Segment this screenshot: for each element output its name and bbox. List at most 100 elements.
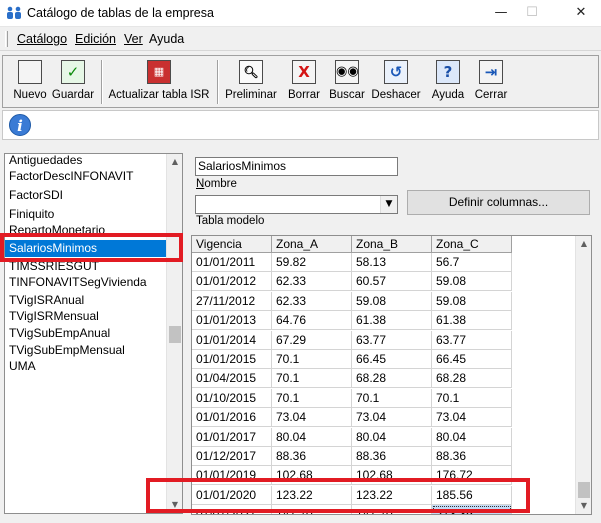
menu-ver[interactable]: Ver [124,32,143,46]
menu-catalogo[interactable]: Catálogo [17,32,67,46]
grid-cell[interactable]: 59.08 [432,291,512,311]
grid-cell[interactable]: 68.28 [352,369,432,389]
list-scroll-thumb[interactable] [169,326,181,343]
grid-cell[interactable]: 59.08 [352,291,432,311]
table-row[interactable]: 01/01/2011 59.82 58.13 56.7 [192,253,512,272]
grid-cell[interactable]: 27/11/2012 [192,291,272,311]
define-columns-button[interactable]: Definir columnas... [407,190,590,215]
list-item[interactable]: TINFONAVITSegVivienda [5,274,167,291]
search-button[interactable]: ◉◉ Buscar [327,60,367,101]
list-item[interactable]: SalariosMinimos [5,240,167,257]
preview-button[interactable]: 🔍︎ Preliminar [225,60,277,101]
list-item[interactable]: TVigISRMensual [5,308,167,325]
grid-cell[interactable]: 88.36 [352,447,432,466]
grid-cell[interactable]: 64.76 [272,311,352,331]
grid-header-cell[interactable]: Zona_A [272,236,352,253]
update-isr-button[interactable]: ▦ Actualizar tabla ISR [107,60,211,101]
grid-cell[interactable]: 01/01/2012 [192,272,272,292]
help-button[interactable]: ? Ayuda [430,60,466,101]
table-row[interactable]: 01/01/2015 70.1 66.45 66.45 [192,350,512,369]
grid-cell[interactable]: 88.36 [432,447,512,466]
grid-cell[interactable]: 61.38 [352,311,432,331]
grid-cell[interactable]: 01/01/2014 [192,330,272,350]
grid-cell[interactable]: 01/01/2017 [192,427,272,447]
list-item[interactable]: UMA [5,358,167,375]
table-row[interactable]: 01/12/2017 88.36 88.36 88.36 [192,447,512,466]
grid-cell[interactable]: 01/01/2019 [192,466,272,486]
list-item[interactable]: TVigISRAnual [5,292,167,309]
grid-cell[interactable]: 63.77 [352,330,432,350]
grid-cell[interactable]: 59.82 [272,253,352,272]
table-row[interactable]: 01/01/2017 80.04 80.04 80.04 [192,427,512,447]
table-row[interactable]: 27/11/2012 62.33 59.08 59.08 [192,291,512,311]
grid-scrollbar[interactable]: ▲ ▼ [575,236,591,514]
grid-cell[interactable]: 66.45 [432,350,512,369]
grid-cell[interactable]: 141.70 [352,505,432,514]
grid-cell[interactable]: 01/01/2013 [192,311,272,331]
grid-cell[interactable]: 56.7 [432,253,512,272]
grid-cell[interactable]: 80.04 [432,427,512,447]
list-item[interactable]: TVigSubEmpMensual [5,342,167,359]
grid-cell[interactable]: 61.38 [432,311,512,331]
table-row[interactable]: 01/01/2014 67.29 63.77 63.77 [192,330,512,350]
menu-ayuda[interactable]: Ayuda [149,32,184,46]
grid-cell[interactable]: 59.08 [432,272,512,292]
grid-cell[interactable]: 60.57 [352,272,432,292]
delete-button[interactable]: X Borrar [286,60,322,101]
grid-cell[interactable]: 01/01/2020 [192,485,272,505]
grid-header-cell[interactable]: Vigencia [192,236,272,253]
values-grid[interactable]: Vigencia Zona_A Zona_B Zona_C 01/01/2011… [191,235,592,515]
grid-cell[interactable]: 73.04 [272,408,352,428]
list-scrollbar[interactable]: ▲ ▼ [166,154,182,513]
grid-cell[interactable]: 01/10/2015 [192,388,272,408]
grid-cell[interactable]: 102.68 [352,466,432,486]
grid-cell[interactable]: 73.04 [352,408,432,428]
grid-cell[interactable]: 88.36 [272,447,352,466]
grid-cell[interactable]: 62.33 [272,272,352,292]
grid-cell[interactable]: 01/01/2016 [192,408,272,428]
table-row[interactable]: 01/01/2016 73.04 73.04 73.04 [192,408,512,428]
chevron-down-icon[interactable]: ▼ [380,196,397,213]
list-item[interactable]: FactorDescINFONAVIT [5,168,167,185]
scroll-down-arrow-icon[interactable]: ▼ [167,497,182,513]
scroll-up-arrow-icon[interactable]: ▲ [167,154,182,170]
list-item[interactable]: TVigSubEmpAnual [5,325,167,342]
grid-cell[interactable]: 80.04 [272,427,352,447]
grid-cell[interactable]: 176.72 [432,466,512,486]
grid-header-cell[interactable]: Zona_C [432,236,512,253]
grid-cell[interactable]: 68.28 [432,369,512,389]
grid-cell[interactable]: 01/01/2015 [192,350,272,369]
grid-cell[interactable]: 66.45 [352,350,432,369]
undo-button[interactable]: ↺ Deshacer [369,60,423,101]
grid-cell[interactable]: 213.39 [432,505,512,514]
grid-cell[interactable]: 62.33 [272,291,352,311]
grid-cell[interactable]: 01/01/2021 [192,505,272,514]
table-list[interactable]: Antiguedades FactorDescINFONAVIT FactorSDI… [4,153,183,514]
grid-cell[interactable]: 70.1 [272,350,352,369]
grid-cell[interactable]: 67.29 [272,330,352,350]
grid-cell[interactable]: 123.22 [352,485,432,505]
list-item[interactable]: FactorSDI [5,187,167,204]
save-button[interactable]: ✓ Guardar [50,60,96,101]
table-row[interactable]: 01/10/2015 70.1 70.1 70.1 [192,388,512,408]
grid-cell[interactable]: 141.70 [272,505,352,514]
table-model-combo[interactable]: ▼ [195,195,398,214]
grid-cell[interactable]: 73.04 [432,408,512,428]
new-button[interactable]: Nuevo [13,60,47,101]
grid-cell[interactable]: 01/04/2015 [192,369,272,389]
table-row[interactable]: 01/04/2015 70.1 68.28 68.28 [192,369,512,389]
close-window-button[interactable]: ⇥ Cerrar [472,60,510,101]
scroll-up-arrow-icon[interactable]: ▲ [576,236,591,252]
grid-cell[interactable]: 185.56 [432,485,512,505]
table-row[interactable]: 01/01/2013 64.76 61.38 61.38 [192,311,512,331]
table-row[interactable]: 01/01/2012 62.33 60.57 59.08 [192,272,512,292]
grid-cell[interactable]: 70.1 [432,388,512,408]
grid-cell[interactable]: 58.13 [352,253,432,272]
list-item[interactable]: Finiquito [5,206,167,223]
grid-cell[interactable]: 123.22 [272,485,352,505]
grid-cell[interactable]: 102.68 [272,466,352,486]
grid-scroll-thumb[interactable] [578,482,590,498]
grid-cell[interactable]: 70.1 [352,388,432,408]
list-item[interactable]: RepartoMonetario [5,222,167,239]
grid-cell[interactable]: 70.1 [272,369,352,389]
